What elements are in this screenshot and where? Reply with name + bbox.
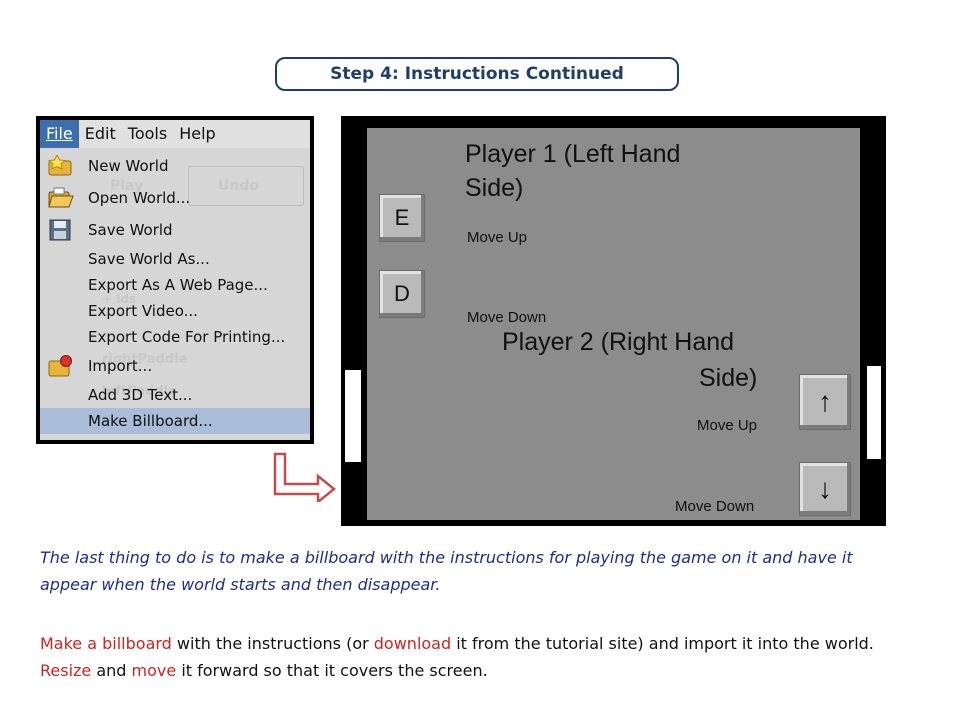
player2-move-up-label: Move Up (697, 417, 758, 434)
menu-item-save-world[interactable]: Save World (40, 214, 310, 246)
menu-tools[interactable]: Tools (122, 120, 173, 148)
menu-item-label: New World (88, 157, 169, 175)
menu-item-label: Export Code For Printing... (88, 328, 286, 346)
player1-move-up-label: Move Up (467, 229, 528, 246)
instructions-billboard: Player 1 (Left Hand Side) E Move Up D Mo… (367, 128, 860, 520)
menu-item-import[interactable]: Import... (40, 350, 310, 382)
player1-move-down-label: Move Down (467, 309, 547, 326)
menu-file[interactable]: File (40, 120, 79, 148)
import-folder-icon (48, 355, 74, 377)
file-menu-window: File Edit Tools Help Play Undo + lds rig… (40, 120, 310, 440)
menu-item-new-world[interactable]: New World (40, 150, 310, 182)
intro-paragraph: The last thing to do is to make a billbo… (40, 548, 853, 594)
slide-title: Step 4: Instructions Continued (330, 64, 624, 84)
player1-title: Player 1 (Left Hand (465, 140, 681, 168)
menu-item-label: Save World As... (88, 250, 210, 268)
menu-item-export-video[interactable]: Export Video... (40, 298, 310, 324)
player1-title-cont: Side) (465, 174, 524, 202)
right-paddle (867, 366, 881, 459)
menu-item-label: Export As A Web Page... (88, 276, 268, 294)
menu-item-make-billboard[interactable]: Make Billboard... (40, 408, 310, 434)
make-billboard-highlight: Make a billboard (40, 634, 172, 653)
menu-bar: File Edit Tools Help (40, 120, 310, 148)
open-folder-icon (48, 187, 74, 209)
menu-edit[interactable]: Edit (79, 120, 122, 148)
star-folder-icon (47, 153, 74, 177)
menu-item-open-world[interactable]: Open World... (40, 182, 310, 214)
menu-item-export-code[interactable]: Export Code For Printing... (40, 324, 310, 350)
menu-item-label: Make Billboard... (88, 412, 213, 430)
key-e-icon: E (379, 194, 425, 242)
menu-item-label: Add 3D Text... (88, 386, 193, 404)
billboard-screenshot: Player 1 (Left Hand Side) E Move Up D Mo… (341, 116, 886, 526)
arrow-up-key-icon: ↑ (799, 374, 851, 430)
menu-item-label: Open World... (88, 189, 191, 207)
menu-item-label: Export Video... (88, 302, 198, 320)
instruction-paragraph: Make a billboard with the instructions (… (40, 634, 874, 680)
menu-item-label: Import... (88, 357, 153, 375)
left-paddle (345, 370, 361, 462)
player2-move-down-label: Move Down (675, 498, 755, 515)
menu-item-save-world-as[interactable]: Save World As... (40, 246, 310, 272)
arrow-down-key-icon: ↓ (799, 462, 851, 516)
menu-item-export-web-page[interactable]: Export As A Web Page... (40, 272, 310, 298)
slide-title-box: Step 4: Instructions Continued (275, 57, 679, 91)
floppy-disk-icon (48, 219, 74, 241)
file-menu-dropdown: New World Open World... Save World Save … (40, 150, 310, 434)
flow-arrow-icon (273, 452, 336, 502)
file-menu-screenshot: File Edit Tools Help Play Undo + lds rig… (36, 116, 314, 444)
move-highlight: move (131, 661, 177, 680)
menu-help[interactable]: Help (173, 120, 221, 148)
menu-item-label: Save World (88, 221, 173, 239)
player2-title-cont: Side) (699, 364, 758, 392)
menu-item-add-3d-text[interactable]: Add 3D Text... (40, 382, 310, 408)
download-highlight: download (373, 634, 452, 653)
key-d-icon: D (379, 270, 425, 318)
resize-highlight: Resize (40, 661, 92, 680)
player2-title: Player 2 (Right Hand (502, 328, 735, 356)
